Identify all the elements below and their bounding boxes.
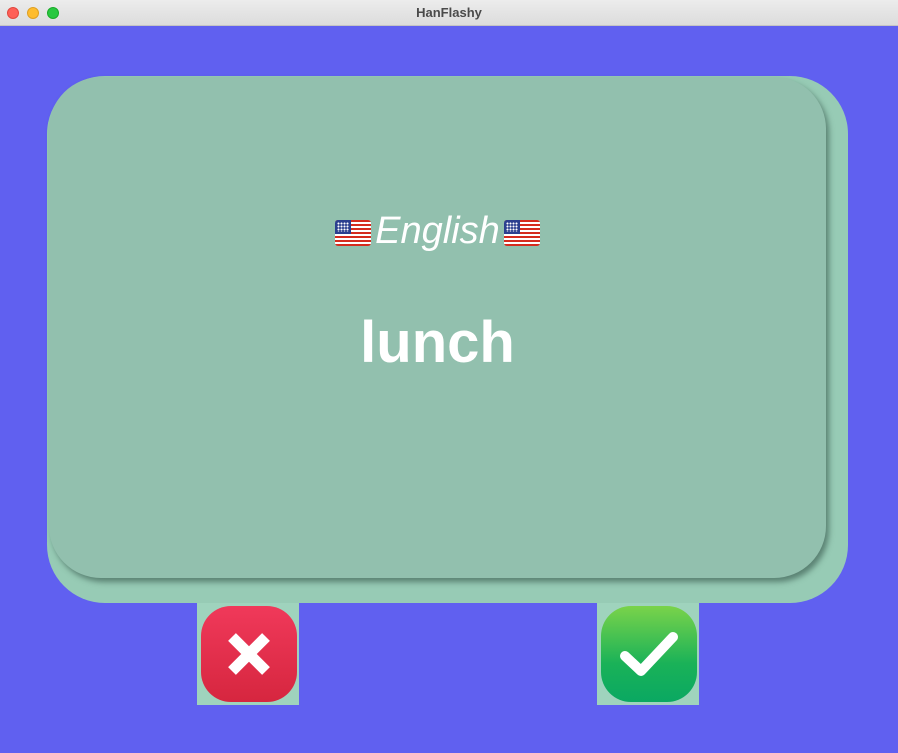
wrong-answer-button[interactable] [197,603,299,705]
flashcard-word: lunch [360,310,515,375]
wrong-answer-tile[interactable] [201,606,297,702]
flashcard[interactable]: English lunch [49,77,826,578]
right-answer-tile[interactable] [601,606,697,702]
x-mark-icon [228,633,270,675]
window-title: HanFlashy [416,5,482,20]
app-window: HanFlashy English lunch [0,0,898,753]
right-answer-button[interactable] [597,603,699,705]
language-row: English [49,209,826,253]
check-mark-icon [620,632,678,676]
title-bar: HanFlashy [0,0,898,26]
us-flag-icon [503,220,540,246]
us-flag-icon [335,220,372,246]
language-label: English [375,210,500,252]
